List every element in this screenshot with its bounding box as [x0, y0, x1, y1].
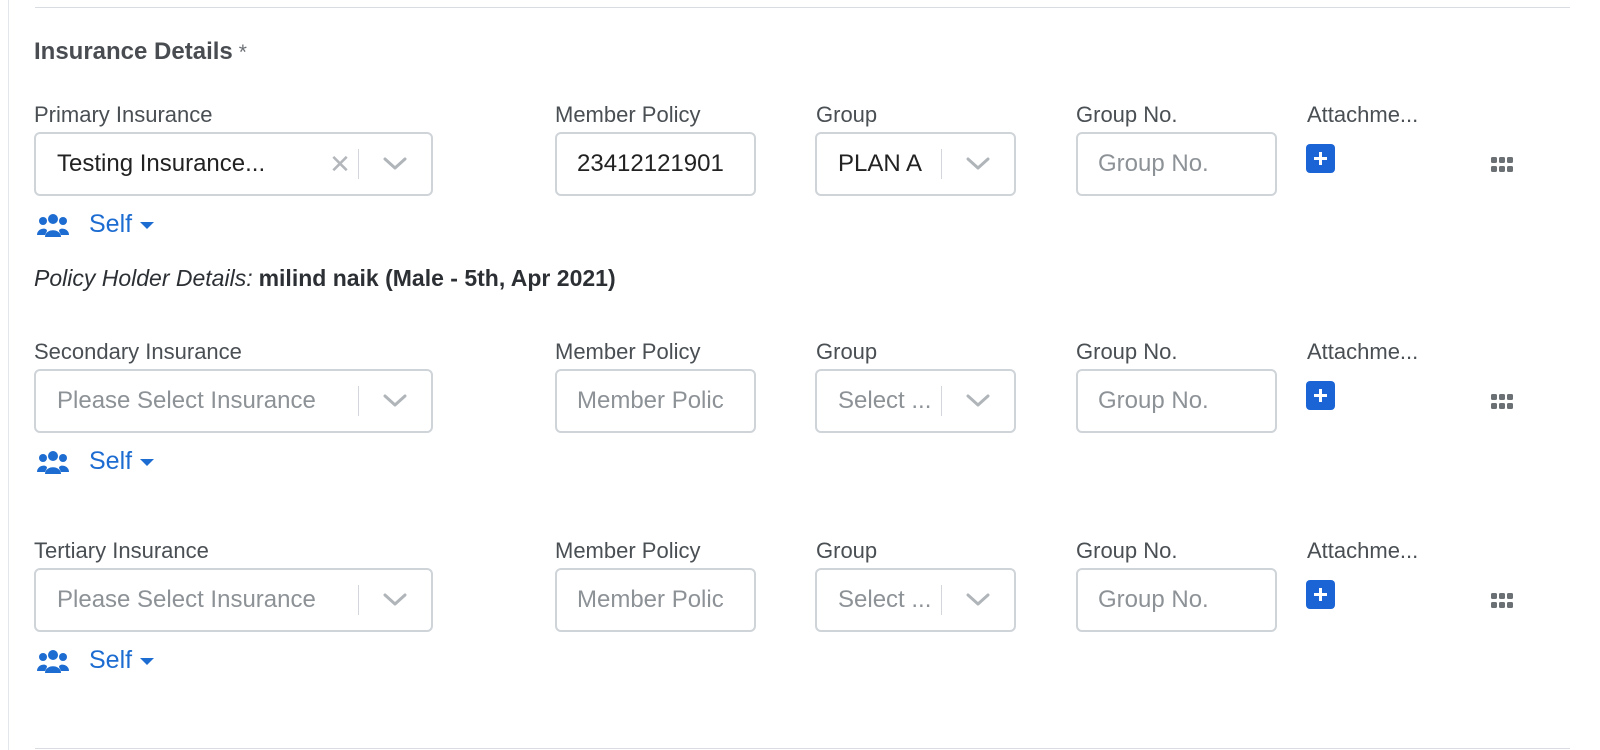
group-no-input[interactable]: Group No.: [1076, 132, 1277, 196]
tertiary-insurance-label: Tertiary Insurance: [34, 538, 209, 563]
add-attachment-button[interactable]: [1306, 144, 1335, 173]
relation-label: Self: [89, 447, 133, 475]
chevron-down-icon[interactable]: [359, 593, 431, 607]
secondary-insurance-label: Secondary Insurance: [34, 339, 242, 364]
users-icon: [37, 213, 69, 237]
primary-insurance-row: Primary Insurance Testing Insurance... ✕…: [0, 100, 1600, 240]
secondary-insurance-placeholder: Please Select Insurance: [57, 387, 316, 414]
bottom-divider: [35, 748, 1570, 749]
member-policy-label: Member Policy: [555, 538, 701, 563]
chevron-down-icon[interactable]: [359, 394, 431, 408]
plus-icon: [1314, 588, 1327, 601]
tertiary-insurance-placeholder: Please Select Insurance: [57, 586, 316, 613]
policy-holder-details: Policy Holder Details: milind naik (Male …: [34, 265, 616, 292]
relation-dropdown[interactable]: Self: [37, 447, 155, 476]
attachment-label: Attachme...: [1307, 538, 1419, 563]
member-policy-input[interactable]: Member Polic: [555, 369, 756, 433]
member-policy-input[interactable]: Member Polic: [555, 568, 756, 632]
relation-label: Self: [89, 210, 133, 238]
caret-down-icon: [140, 459, 155, 466]
users-icon: [37, 649, 69, 673]
section-title: Insurance Details *: [34, 38, 247, 66]
group-placeholder: Select ...: [838, 586, 932, 613]
attachment-label: Attachme...: [1307, 339, 1419, 364]
group-label: Group: [816, 102, 878, 127]
group-placeholder: Select ...: [838, 387, 932, 414]
required-marker: *: [238, 41, 247, 64]
section-title-text: Insurance Details: [34, 38, 233, 65]
primary-insurance-select[interactable]: Testing Insurance... ✕: [34, 132, 433, 196]
caret-down-icon: [140, 658, 155, 665]
primary-insurance-value: Testing Insurance...: [57, 150, 266, 177]
add-attachment-button[interactable]: [1306, 381, 1335, 410]
relation-dropdown[interactable]: Self: [37, 210, 155, 239]
group-label: Group: [816, 339, 878, 364]
policy-holder-label: Policy Holder Details:: [34, 265, 253, 291]
tertiary-insurance-select[interactable]: Please Select Insurance: [34, 568, 433, 632]
chevron-down-icon[interactable]: [942, 593, 1014, 607]
group-no-label: Group No.: [1076, 339, 1178, 364]
clear-x-icon[interactable]: ✕: [322, 149, 358, 180]
group-select[interactable]: PLAN A: [815, 132, 1016, 196]
policy-holder-value: milind naik (Male - 5th, Apr 2021): [258, 265, 616, 291]
chevron-down-icon[interactable]: [359, 157, 431, 171]
chevron-down-icon[interactable]: [942, 157, 1014, 171]
group-no-label: Group No.: [1076, 102, 1178, 127]
member-policy-label: Member Policy: [555, 339, 701, 364]
top-divider: [35, 7, 1570, 8]
group-no-input[interactable]: Group No.: [1076, 568, 1277, 632]
caret-down-icon: [140, 222, 155, 229]
plus-icon: [1314, 152, 1327, 165]
group-no-label: Group No.: [1076, 538, 1178, 563]
grip-dots-icon[interactable]: [1490, 592, 1514, 610]
grip-dots-icon[interactable]: [1490, 393, 1514, 411]
member-policy-label: Member Policy: [555, 102, 701, 127]
group-no-input[interactable]: Group No.: [1076, 369, 1277, 433]
primary-insurance-label: Primary Insurance: [34, 102, 213, 127]
add-attachment-button[interactable]: [1306, 580, 1335, 609]
users-icon: [37, 450, 69, 474]
group-select[interactable]: Select ...: [815, 369, 1016, 433]
group-value: PLAN A: [838, 150, 923, 177]
secondary-insurance-row: Secondary Insurance Please Select Insura…: [0, 337, 1600, 477]
chevron-down-icon[interactable]: [942, 394, 1014, 408]
group-select[interactable]: Select ...: [815, 568, 1016, 632]
secondary-insurance-select[interactable]: Please Select Insurance: [34, 369, 433, 433]
member-policy-input[interactable]: 23412121901: [555, 132, 756, 196]
grip-dots-icon[interactable]: [1490, 156, 1514, 174]
attachment-label: Attachme...: [1307, 102, 1419, 127]
group-label: Group: [816, 538, 878, 563]
relation-dropdown[interactable]: Self: [37, 646, 155, 675]
tertiary-insurance-row: Tertiary Insurance Please Select Insuran…: [0, 536, 1600, 676]
relation-label: Self: [89, 646, 133, 674]
plus-icon: [1314, 389, 1327, 402]
